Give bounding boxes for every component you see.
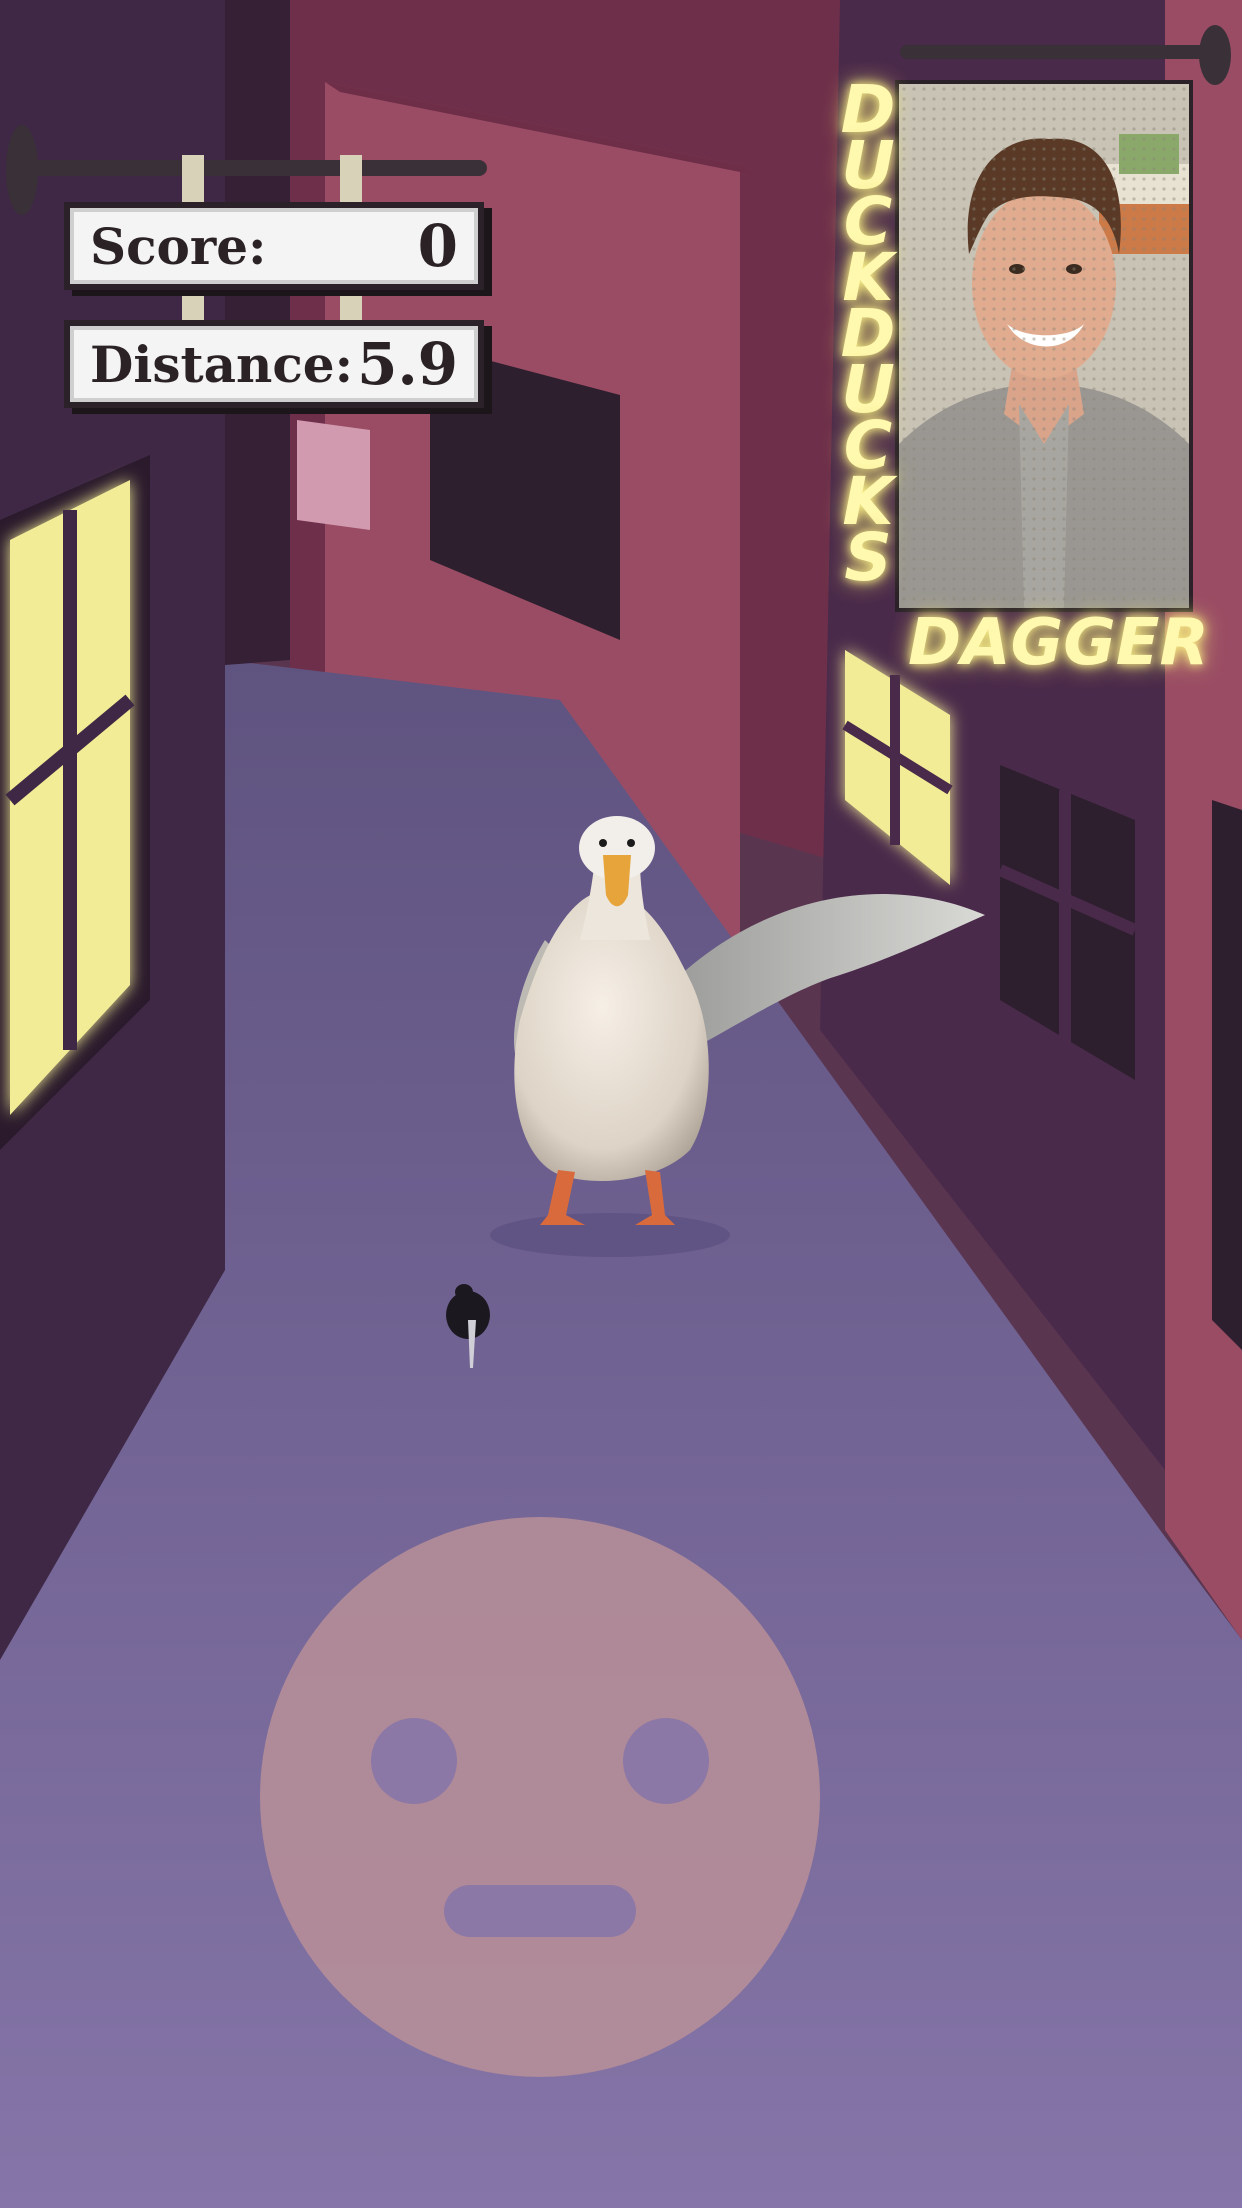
- opponent-portrait: [895, 80, 1193, 612]
- score-label: Score:: [90, 216, 267, 276]
- score-sign: Score: 0: [64, 202, 484, 290]
- face-control-button[interactable]: [260, 1517, 820, 2077]
- distance-value: 5.9: [357, 330, 458, 398]
- distance-sign: Distance: 5.9: [64, 320, 484, 408]
- opponent-name-horizontal: DAGGER: [908, 606, 1209, 680]
- opponent-name-vertical: DUCK DUCKS: [840, 71, 896, 596]
- distance-label: Distance:: [90, 334, 354, 394]
- score-value: 0: [417, 212, 458, 280]
